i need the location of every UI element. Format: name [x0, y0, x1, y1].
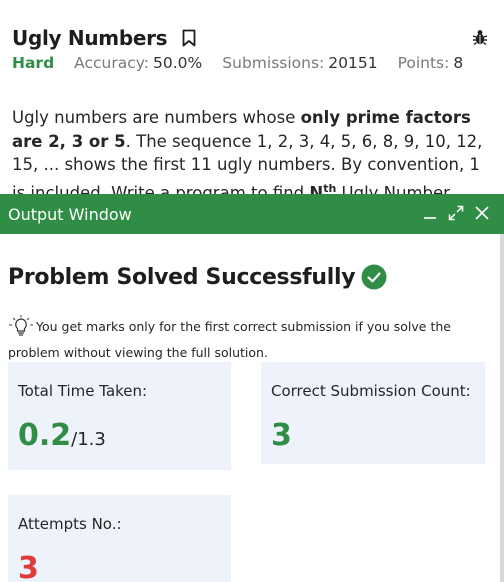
correct-submission-label: Correct Submission Count:	[271, 382, 471, 400]
desc-superscript: th	[323, 181, 337, 195]
points-label: Points:	[397, 54, 450, 72]
minimize-icon[interactable]	[422, 205, 438, 221]
total-time-card: Total Time Taken: 0.2/1.3	[8, 362, 231, 470]
accuracy-label: Accuracy:	[74, 54, 150, 72]
points-value: 8	[453, 54, 464, 72]
problem-meta: Hard Accuracy: 50.0% Submissions: 20151 …	[12, 54, 483, 72]
submissions-value: 20151	[328, 54, 378, 72]
attempts-label: Attempts No.:	[18, 515, 122, 533]
problem-pane: Ugly Numbers Hard Accuracy: 50.0% Submis…	[0, 0, 504, 196]
marks-note: You get marks only for the first correct…	[8, 314, 488, 366]
total-time-label: Total Time Taken:	[18, 382, 148, 400]
expand-icon[interactable]	[448, 205, 464, 221]
bookmark-icon[interactable]	[181, 29, 197, 47]
marks-note-text: You get marks only for the first correct…	[8, 319, 451, 360]
solved-title: Problem Solved Successfully	[8, 264, 356, 290]
bug-icon[interactable]	[472, 28, 488, 46]
solved-row: Problem Solved Successfully	[8, 264, 387, 290]
attempts-value: 3	[18, 551, 39, 582]
title-row: Ugly Numbers	[12, 26, 197, 50]
problem-description: Ugly numbers are numbers whose only prim…	[12, 106, 496, 196]
submissions-label: Submissions:	[222, 54, 325, 72]
output-scrollbar[interactable]	[500, 234, 504, 582]
output-window-body: Problem Solved Successfully You get mark…	[0, 234, 504, 582]
attempts-card: Attempts No.: 3	[8, 495, 231, 582]
close-icon[interactable]	[474, 205, 490, 221]
correct-submission-value: 3	[271, 418, 292, 453]
bulb-icon	[9, 315, 33, 336]
output-window-title: Output Window	[8, 204, 132, 224]
time-limit: /1.3	[71, 429, 106, 450]
accuracy-value: 50.0%	[153, 54, 203, 72]
difficulty-badge: Hard	[12, 54, 55, 72]
output-window-header: Output Window	[0, 194, 504, 234]
time-taken: 0.2	[18, 418, 72, 453]
check-circle-icon	[361, 264, 387, 290]
desc-text: Ugly numbers are numbers whose	[12, 108, 301, 127]
problem-title: Ugly Numbers	[12, 26, 168, 50]
window-controls	[422, 205, 490, 221]
correct-submission-card: Correct Submission Count: 3	[261, 362, 485, 464]
total-time-value: 0.2/1.3	[18, 418, 106, 453]
